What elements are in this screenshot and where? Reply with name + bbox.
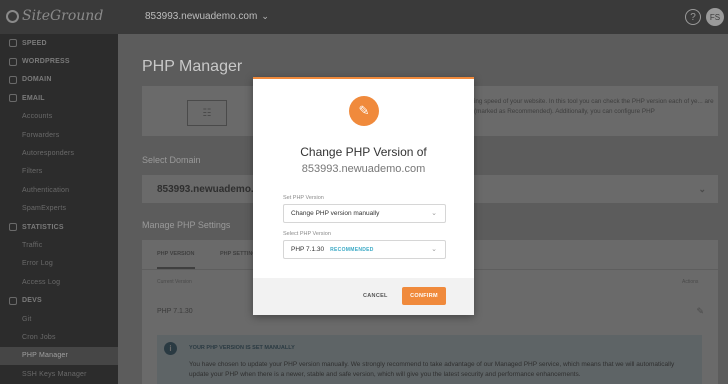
logo-text: SiteGround	[22, 8, 104, 24]
sidebar-item-forwarders[interactable]: Forwarders	[0, 126, 118, 144]
chevron-down-icon: ⌄	[431, 246, 437, 253]
sidebar-item-error-log[interactable]: Error Log	[0, 255, 118, 273]
sidebar-item-access-log[interactable]: Access Log	[0, 273, 118, 291]
pencil-icon: ✎	[349, 96, 379, 126]
info-icon: i	[164, 342, 177, 355]
sidebar-item-traffic[interactable]: Traffic	[0, 236, 118, 254]
sidebar-item-php-manager[interactable]: PHP Manager	[0, 346, 118, 366]
chevron-down-icon: ⌄	[261, 11, 269, 21]
sidebar-item-label: Accounts	[22, 113, 53, 121]
modal-footer: CANCEL CONFIRM	[253, 278, 474, 315]
section-icon	[9, 296, 17, 305]
set-php-version-select[interactable]: Change PHP version manually ⌄	[283, 204, 446, 223]
sidebar-item-spamexperts[interactable]: SpamExperts	[0, 200, 118, 218]
sidebar-item-label: STATISTICS	[22, 223, 64, 231]
sidebar-item-label: WORDPRESS	[22, 58, 70, 66]
select-php-version-select[interactable]: PHP 7.1.30 RECOMMENDED ⌄	[283, 240, 446, 259]
sidebar-item-label: SPEED	[22, 39, 47, 47]
column-header-actions: Actions	[682, 279, 699, 285]
notice-title: YOUR PHP VERSION IS SET MANUALLY	[189, 345, 295, 351]
site-selector-label: 853993.newuademo.com	[145, 11, 258, 22]
section-icon	[9, 57, 17, 66]
help-icon[interactable]: ?	[685, 9, 701, 25]
sidebar-item-label: Filters	[22, 168, 43, 176]
section-icon	[9, 75, 17, 84]
edit-pencil-icon[interactable]: ✎	[696, 306, 704, 317]
sidebar-item-label: Authentication	[22, 186, 70, 194]
site-selector[interactable]: 853993.newuademo.com ⌄	[145, 11, 269, 22]
sidebar-item-label: Access Log	[22, 278, 61, 286]
confirm-button[interactable]: CONFIRM	[402, 287, 446, 305]
top-bar: SiteGround 853993.newuademo.com ⌄ ? FS	[0, 0, 728, 34]
select-php-version-value: PHP 7.1.30	[291, 246, 325, 253]
logo-mark-icon	[6, 9, 19, 23]
sidebar-item-wordpress[interactable]: WORDPRESS	[0, 52, 118, 70]
intro-text: ing speed of your website. In this tool …	[474, 98, 714, 115]
change-php-version-modal: ✎ Change PHP Version of 853993.newuademo…	[253, 77, 474, 315]
sidebar-item-label: SSH Keys Manager	[22, 370, 87, 378]
sidebar-item-cron-jobs[interactable]: Cron Jobs	[0, 328, 118, 346]
sidebar-item-label: Git	[22, 315, 32, 323]
set-php-version-label: Set PHP Version	[283, 195, 324, 201]
chevron-down-icon: ⌄	[431, 210, 437, 217]
manual-version-notice: i YOUR PHP VERSION IS SET MANUALLY You h…	[157, 335, 702, 384]
modal-title: Change PHP Version of	[300, 145, 427, 159]
sidebar-item-label: Forwarders	[22, 131, 60, 139]
set-php-version-value: Change PHP version manually	[291, 210, 380, 217]
select-php-version-label: Select PHP Version	[283, 231, 331, 237]
sidebar-item-label: Cron Jobs	[22, 333, 56, 341]
sidebar-item-accounts[interactable]: Accounts	[0, 108, 118, 126]
sidebar-item-label: EMAIL	[22, 94, 45, 102]
section-icon	[9, 223, 17, 232]
avatar[interactable]: FS	[706, 8, 724, 26]
sidebar-item-statistics[interactable]: STATISTICS	[0, 218, 118, 236]
tab-php-version[interactable]: PHP VERSION	[157, 251, 195, 269]
sidebar-item-domain[interactable]: DOMAIN	[0, 71, 118, 89]
sidebar: SPEED WORDPRESS DOMAIN EMAIL Accounts Forward…	[0, 34, 118, 384]
sidebar-item-speed[interactable]: SPEED	[0, 34, 118, 52]
sidebar-item-email[interactable]: EMAIL	[0, 89, 118, 107]
section-icon	[9, 94, 17, 103]
manage-settings-label: Manage PHP Settings	[142, 220, 231, 230]
sidebar-item-label: PHP Manager	[22, 352, 69, 360]
sidebar-item-ssh-keys-manager[interactable]: SSH Keys Manager	[0, 365, 118, 383]
php-illustration-icon: ☷	[187, 100, 227, 126]
sidebar-item-devs[interactable]: DEVS	[0, 291, 118, 309]
sidebar-item-autoresponders[interactable]: Autoresponders	[0, 144, 118, 162]
modal-subtitle: 853993.newuademo.com	[301, 163, 426, 175]
sidebar-item-label: Autoresponders	[22, 150, 75, 158]
cancel-button[interactable]: CANCEL	[363, 293, 388, 299]
section-icon	[9, 39, 17, 48]
chevron-down-icon: ⌄	[698, 183, 706, 194]
page-title: PHP Manager	[142, 58, 243, 75]
domain-value: 853993.newuademo.co	[157, 183, 266, 195]
notice-body: You have chosen to update your PHP versi…	[189, 361, 675, 378]
sidebar-item-authentication[interactable]: Authentication	[0, 181, 118, 199]
select-domain-label: Select Domain	[142, 155, 201, 165]
siteground-logo[interactable]: SiteGround	[6, 8, 103, 24]
sidebar-item-git[interactable]: Git	[0, 310, 118, 328]
column-header-current-version: Current Version	[157, 279, 192, 285]
sidebar-item-label: Error Log	[22, 260, 53, 268]
current-php-version: PHP 7.1.30	[157, 308, 193, 315]
sidebar-item-label: Traffic	[22, 241, 43, 249]
sidebar-item-filters[interactable]: Filters	[0, 163, 118, 181]
sidebar-item-label: SpamExperts	[22, 205, 67, 213]
sidebar-item-label: DEVS	[22, 297, 42, 305]
recommended-badge: RECOMMENDED	[330, 246, 374, 253]
sidebar-item-label: DOMAIN	[22, 76, 52, 84]
